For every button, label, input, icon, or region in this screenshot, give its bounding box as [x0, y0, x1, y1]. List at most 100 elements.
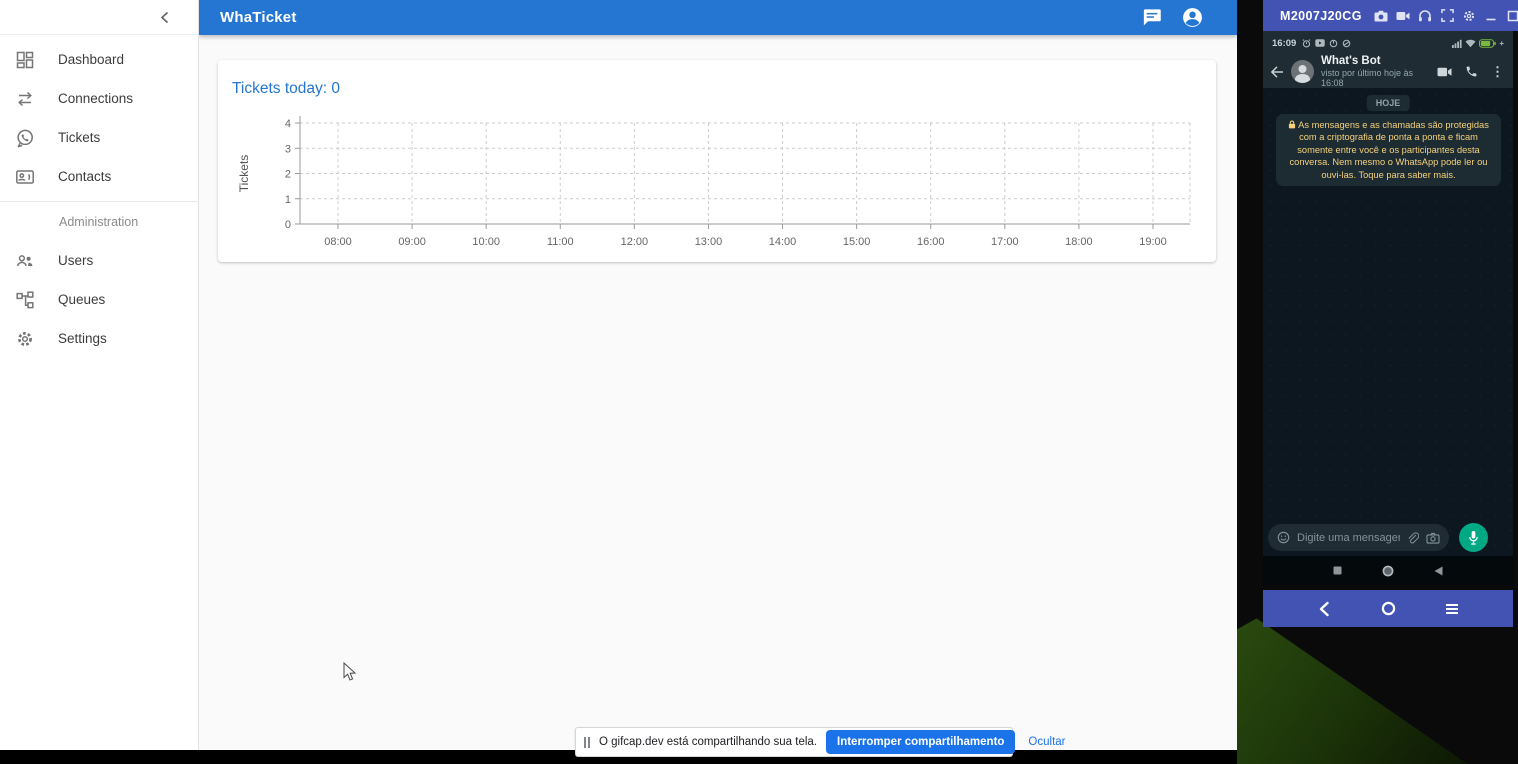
sidebar-item-label: Contacts: [58, 169, 111, 184]
svg-text:3: 3: [285, 143, 291, 155]
sidebar-item-settings[interactable]: Settings: [0, 319, 198, 358]
svg-text:0: 0: [285, 219, 291, 231]
svg-text:Tickets: Tickets: [237, 155, 251, 193]
sidebar-section-administration: Administration: [0, 202, 198, 241]
scrcpy-settings-gear-icon[interactable]: [1462, 8, 1477, 23]
date-chip: HOJE: [1367, 95, 1410, 111]
svg-text:1: 1: [285, 194, 291, 206]
gear-icon: [13, 327, 37, 351]
account-circle-icon: [1181, 6, 1204, 29]
screenshot-camera-icon[interactable]: [1374, 8, 1389, 23]
home-circle-icon[interactable]: [1382, 565, 1394, 577]
swap-arrows-icon: [13, 87, 37, 111]
svg-text:19:00: 19:00: [1139, 236, 1167, 248]
encryption-notice-text: As mensagens e as chamadas são protegida…: [1290, 120, 1489, 180]
sidebar: Dashboard Connections: [0, 0, 199, 750]
desktop-background: M2007J20CG: [1237, 0, 1518, 764]
minimize-window-icon[interactable]: [1484, 8, 1499, 23]
lock-icon: [1288, 120, 1296, 129]
svg-text:11:00: 11:00: [547, 236, 574, 248]
wifi-icon: [1465, 39, 1476, 48]
tickets-chart: 0123408:0009:0010:0011:0012:0013:0014:00…: [218, 108, 1216, 258]
whaticket-app-window: WhaTicket: [0, 0, 1237, 764]
camera-icon[interactable]: [1426, 532, 1440, 544]
recents-square-icon[interactable]: [1333, 566, 1342, 575]
sidebar-item-dashboard[interactable]: Dashboard: [0, 40, 198, 79]
contact-avatar[interactable]: [1291, 60, 1314, 83]
mouse-cursor: [343, 662, 357, 687]
svg-text:16:00: 16:00: [917, 236, 945, 248]
video-call-icon[interactable]: [1437, 67, 1452, 77]
chat-area: HOJE As mensagens e as chamadas são prot…: [1263, 88, 1513, 556]
main-nav-list: Dashboard Connections: [0, 35, 198, 196]
scrcpy-menu-button[interactable]: [1441, 598, 1463, 620]
hide-share-bar-link[interactable]: Ocultar: [1024, 734, 1069, 750]
chevron-left-icon: [159, 11, 172, 24]
messages-button[interactable]: [1139, 6, 1163, 30]
svg-text:10:00: 10:00: [472, 236, 500, 248]
svg-text:09:00: 09:00: [398, 236, 426, 248]
svg-text:14:00: 14:00: [769, 236, 797, 248]
svg-text:17:00: 17:00: [991, 236, 1019, 248]
scrcpy-nav-bar: [1263, 590, 1513, 627]
sidebar-item-queues[interactable]: Queues: [0, 280, 198, 319]
back-triangle-icon[interactable]: [1434, 566, 1443, 576]
contact-info[interactable]: What's Bot visto por último hoje às 16:0…: [1321, 55, 1430, 89]
voice-call-icon[interactable]: [1465, 65, 1478, 78]
phone-screen: 16:09: [1263, 31, 1513, 585]
maximize-window-icon[interactable]: [1506, 8, 1518, 23]
tickets-today-card: Tickets today: 0 0123408:0009:0010:0011:…: [218, 60, 1216, 262]
youtube-icon: [1315, 39, 1325, 47]
message-input[interactable]: Digite uma mensagem: [1268, 524, 1449, 551]
svg-text:2: 2: [285, 169, 291, 181]
emoji-icon[interactable]: [1277, 531, 1290, 544]
sidebar-item-label: Connections: [58, 91, 133, 106]
admin-nav-list: Users Queues: [0, 241, 198, 358]
attach-paperclip-icon[interactable]: [1407, 531, 1419, 544]
message-placeholder: Digite uma mensagem: [1297, 532, 1400, 544]
whatsapp-icon: [13, 126, 37, 150]
signal-icon: [1452, 39, 1462, 48]
profile-button[interactable]: [1180, 6, 1204, 30]
svg-text:13:00: 13:00: [695, 236, 723, 248]
svg-text:08:00: 08:00: [324, 236, 352, 248]
scrcpy-titlebar[interactable]: M2007J20CG: [1263, 0, 1518, 31]
fullscreen-icon[interactable]: [1440, 8, 1455, 23]
sidebar-item-label: Dashboard: [58, 52, 124, 67]
svg-text:15:00: 15:00: [843, 236, 871, 248]
phone-status-bar: 16:09: [1263, 31, 1513, 55]
users-icon: [13, 249, 37, 273]
sidebar-item-tickets[interactable]: Tickets: [0, 118, 198, 157]
scrcpy-back-button[interactable]: [1313, 598, 1335, 620]
mic-button[interactable]: [1459, 523, 1488, 552]
sidebar-item-users[interactable]: Users: [0, 241, 198, 280]
screen-share-bar: O gifcap.dev está compartilhando sua tel…: [575, 727, 1013, 757]
vpn-icon: [1342, 39, 1351, 48]
queues-tree-icon: [13, 288, 37, 312]
svg-text:4: 4: [285, 118, 291, 130]
more-options-icon[interactable]: ⋮: [1491, 64, 1504, 80]
app-header: WhaTicket: [199, 0, 1237, 35]
message-input-row: Digite uma mensagem: [1268, 523, 1508, 552]
sidebar-item-contacts[interactable]: Contacts: [0, 157, 198, 196]
chat-bubble-icon: [1141, 7, 1162, 28]
sidebar-item-label: Queues: [58, 292, 105, 307]
back-arrow-icon[interactable]: [1270, 66, 1284, 78]
collapse-sidebar-button[interactable]: [153, 5, 177, 29]
record-video-icon[interactable]: [1396, 8, 1411, 23]
scrcpy-home-button[interactable]: [1377, 598, 1399, 620]
sidebar-item-connections[interactable]: Connections: [0, 79, 198, 118]
whatsapp-chat-header: What's Bot visto por último hoje às 16:0…: [1263, 55, 1513, 88]
contact-last-seen: visto por último hoje às 16:08: [1321, 68, 1430, 89]
scrcpy-window-title: M2007J20CG: [1280, 9, 1362, 23]
android-nav-bar: [1263, 556, 1513, 585]
share-pause-icon: [584, 737, 590, 748]
alarm-icon: [1302, 39, 1311, 48]
encryption-notice[interactable]: As mensagens e as chamadas são protegida…: [1276, 114, 1501, 186]
status-time: 16:09: [1272, 38, 1296, 49]
sidebar-item-label: Tickets: [58, 130, 100, 145]
battery-icon: [1479, 39, 1496, 48]
stop-sharing-button[interactable]: Interromper compartilhamento: [826, 730, 1015, 754]
contact-name: What's Bot: [1321, 55, 1430, 68]
headphones-icon[interactable]: [1418, 8, 1433, 23]
